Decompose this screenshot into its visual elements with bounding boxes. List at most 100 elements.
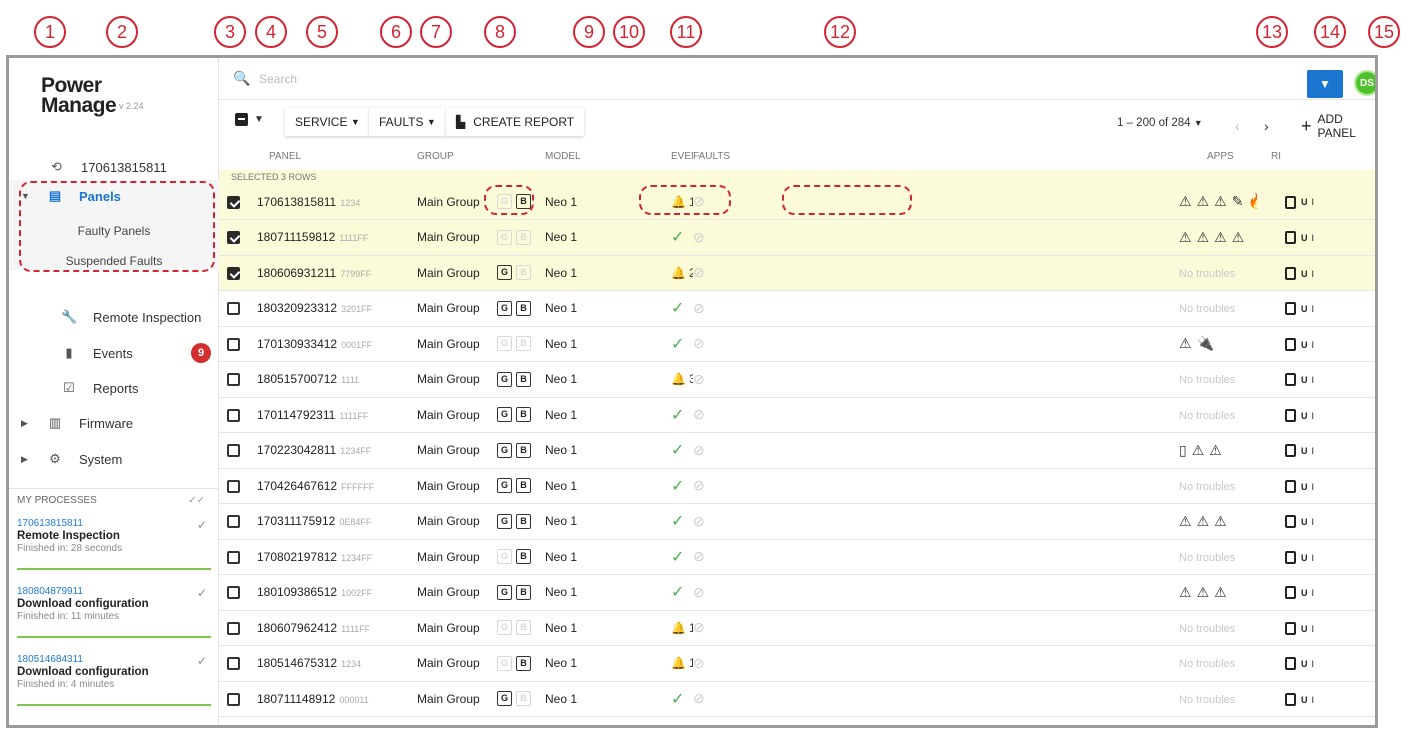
- row-checkbox[interactable]: [227, 515, 240, 529]
- sidebar-item-reports[interactable]: ☑ Reports: [9, 373, 219, 403]
- col-faults[interactable]: FAULTS: [693, 143, 1179, 170]
- row-checkbox[interactable]: [227, 337, 240, 351]
- table-row[interactable]: 1806079624121111FFMain GroupGBNeo 1🔔14▲0…: [219, 610, 1375, 646]
- search-input[interactable]: [259, 68, 859, 90]
- panel-serial[interactable]: 180607962412: [257, 621, 337, 635]
- panel-cell[interactable]: 170311175912 0E84FF: [247, 503, 417, 540]
- panel-cell[interactable]: 180320923312 3201FF: [247, 290, 417, 327]
- installer-app-icon[interactable]: I: [1312, 197, 1315, 207]
- table-row[interactable]: 180109386512 1002FF Main Group G B Neo 1 ✓ ⊘ ⚠ ⚠ ⚠…: [219, 574, 1375, 611]
- row-checkbox[interactable]: [227, 550, 240, 564]
- table-row[interactable]: 180320923312 3201FF Main Group G B Neo 1 ✓ ⊘ No …: [219, 290, 1375, 327]
- panel-cell[interactable]: 180109386512 1002FF: [247, 574, 417, 611]
- select-all-toggle[interactable]: ▼: [235, 113, 264, 126]
- installer-app-icon[interactable]: I: [1312, 304, 1315, 314]
- panel-cell[interactable]: 170130933412 0001FF: [247, 326, 417, 362]
- panel-serial[interactable]: 170802197812: [257, 550, 337, 564]
- device-app-icon[interactable]: [1285, 586, 1296, 600]
- device-app-icon[interactable]: [1285, 266, 1296, 280]
- table-row[interactable]: 1805157007121111Main GroupGBNeo 1🔔32▲0⊘N…: [219, 361, 1375, 398]
- suspend-icon[interactable]: ⊘: [693, 264, 705, 280]
- suspend-icon[interactable]: ⊘: [693, 477, 705, 493]
- panel-serial[interactable]: 180109386512: [257, 585, 337, 599]
- pagination-info[interactable]: 1 – 200 of 284 ▼: [1117, 117, 1203, 129]
- user-app-icon[interactable]: U: [1301, 588, 1308, 598]
- col-ri[interactable]: RI: [1257, 143, 1375, 170]
- sidebar-item-events[interactable]: ▮ Events 9: [9, 338, 219, 368]
- next-page-icon[interactable]: ›: [1264, 118, 1269, 134]
- sidebar-item-suspended-faults[interactable]: Suspended Faults: [9, 246, 219, 276]
- suspend-icon[interactable]: ⊘: [693, 513, 705, 529]
- panel-serial[interactable]: 170426467612: [257, 479, 337, 493]
- search-options-dropdown-button[interactable]: ▼: [1307, 70, 1343, 98]
- row-checkbox[interactable]: [227, 479, 240, 493]
- device-app-icon[interactable]: [1285, 515, 1296, 529]
- panel-cell[interactable]: 180607962412 1111FF: [247, 610, 417, 646]
- panel-serial[interactable]: 170114792311: [257, 408, 335, 422]
- panel-serial[interactable]: 180320923312: [257, 301, 337, 315]
- installer-app-icon[interactable]: I: [1312, 446, 1315, 456]
- user-app-icon[interactable]: U: [1301, 553, 1308, 563]
- panel-cell[interactable]: 170426467612 FFFFFF: [247, 468, 417, 504]
- panel-cell[interactable]: 170802197812 1234FF: [247, 539, 417, 575]
- panel-cell[interactable]: 180515700712 1111: [247, 361, 417, 398]
- device-app-icon[interactable]: [1285, 444, 1296, 458]
- device-app-icon[interactable]: [1285, 337, 1296, 351]
- col-apps[interactable]: APPS: [1179, 143, 1257, 170]
- double-check-icon[interactable]: ✓✓: [188, 489, 205, 513]
- process-item[interactable]: 180804879911 Download configuration Fini…: [17, 582, 211, 638]
- panel-cell[interactable]: 180711148912 000011: [247, 681, 417, 717]
- panel-cell[interactable]: 170613815811 1234: [247, 184, 417, 220]
- row-checkbox[interactable]: [227, 408, 240, 422]
- recent-panel[interactable]: ⟲ 170613815811: [9, 153, 219, 181]
- col-model[interactable]: MODEL: [545, 143, 659, 170]
- user-app-icon[interactable]: U: [1301, 482, 1308, 492]
- suspend-icon[interactable]: ⊘: [693, 619, 705, 635]
- table-row[interactable]: 170802197812 1234FF Main Group G B Neo 1 ✓ ⊘ No …: [219, 539, 1375, 575]
- panel-cell[interactable]: 170223042811 1234FF: [247, 432, 417, 469]
- installer-app-icon[interactable]: I: [1312, 588, 1315, 598]
- process-item[interactable]: 180514684311 Download configuration Fini…: [17, 650, 211, 706]
- row-checkbox[interactable]: [227, 302, 240, 316]
- panel-serial[interactable]: 170223042811: [257, 443, 336, 457]
- table-row[interactable]: 170311175912 0E84FF Main Group G B Neo 1 ✓ ⊘ ⚠ ⚠ ⚠…: [219, 503, 1375, 540]
- panel-cell[interactable]: 180514675312 1234: [247, 645, 417, 682]
- suspend-icon[interactable]: ⊘: [693, 371, 705, 387]
- panel-serial[interactable]: 180711159812: [257, 230, 335, 244]
- user-app-icon[interactable]: U: [1301, 446, 1308, 456]
- user-app-icon[interactable]: U: [1301, 411, 1308, 421]
- user-app-icon[interactable]: U: [1301, 695, 1308, 705]
- process-panel-id[interactable]: 170613815811: [17, 518, 211, 529]
- device-app-icon[interactable]: [1285, 692, 1296, 706]
- suspend-icon[interactable]: ⊘: [693, 655, 705, 671]
- device-app-icon[interactable]: [1285, 231, 1296, 245]
- device-app-icon[interactable]: [1285, 302, 1296, 316]
- table-row[interactable]: 170426467612 FFFFFF Main Group G B Neo 1 ✓ ⊘ No …: [219, 468, 1375, 504]
- installer-app-icon[interactable]: I: [1312, 233, 1315, 243]
- panel-cell[interactable]: 180711159812 1111FF: [247, 219, 417, 256]
- suspend-icon[interactable]: ⊘: [693, 406, 705, 422]
- sidebar-item-system[interactable]: ▶ ⚙ System: [9, 444, 219, 474]
- user-app-icon[interactable]: U: [1301, 197, 1308, 207]
- suspend-icon[interactable]: ⊘: [693, 548, 705, 564]
- user-app-icon[interactable]: U: [1301, 375, 1308, 385]
- suspend-icon[interactable]: ⊘: [693, 193, 705, 209]
- device-app-icon[interactable]: [1285, 550, 1296, 564]
- suspend-icon[interactable]: ⊘: [693, 300, 705, 316]
- installer-app-icon[interactable]: I: [1312, 340, 1315, 350]
- user-app-icon[interactable]: U: [1301, 624, 1308, 634]
- sidebar-item-firmware[interactable]: ▶ ▥ Firmware: [9, 408, 219, 438]
- row-checkbox[interactable]: [227, 373, 240, 387]
- panel-serial[interactable]: 170130933412: [257, 337, 337, 351]
- panel-serial[interactable]: 170613815811: [257, 195, 336, 209]
- table-row[interactable]: 170114792311 1111FF Main Group G B Neo 1 ✓ ⊘ No …: [219, 397, 1375, 433]
- row-checkbox[interactable]: [227, 621, 240, 635]
- suspend-icon[interactable]: ⊘: [693, 690, 705, 706]
- row-checkbox[interactable]: [227, 444, 240, 458]
- sidebar-item-remote-inspection[interactable]: 🔧 Remote Inspection: [9, 302, 219, 332]
- device-app-icon[interactable]: [1285, 408, 1296, 422]
- table-row[interactable]: 180711159812 1111FF Main Group G B Neo 1 ✓ ⊘ ⚠ ⚠ ⚠…: [219, 219, 1375, 256]
- device-app-icon[interactable]: [1285, 657, 1296, 671]
- row-checkbox[interactable]: [227, 692, 240, 706]
- table-row[interactable]: 1706138158111234Main GroupGBNeo 1🔔1▲0⊘⚠⚠…: [219, 184, 1375, 220]
